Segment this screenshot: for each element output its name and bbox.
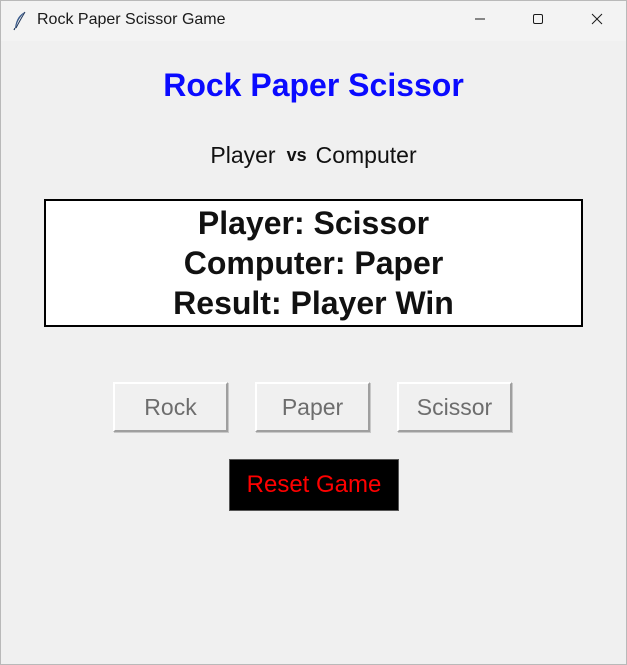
app-window: Rock Paper Scissor Game Rock Paper Sciss… — [0, 0, 627, 665]
close-icon — [591, 12, 603, 30]
reset-game-button[interactable]: Reset Game — [229, 459, 399, 511]
maximize-icon — [532, 12, 544, 30]
computer-choice-text: Computer: Paper — [183, 245, 444, 281]
game-heading: Rock Paper Scissor — [163, 67, 464, 103]
result-display: Player: Scissor Computer: Paper Result: … — [44, 199, 583, 327]
feather-icon — [13, 11, 27, 31]
maximize-button[interactable] — [509, 1, 567, 41]
versus-line: Player vs Computer — [1, 142, 626, 169]
rock-button[interactable]: Rock — [113, 382, 228, 432]
close-button[interactable] — [568, 1, 626, 41]
window-title: Rock Paper Scissor Game — [37, 11, 226, 28]
paper-button[interactable]: Paper — [255, 382, 370, 432]
computer-label: Computer — [315, 142, 417, 168]
result-text: Result: Player Win — [173, 285, 454, 321]
title-bar[interactable]: Rock Paper Scissor Game — [1, 1, 626, 41]
scissor-button[interactable]: Scissor — [397, 382, 512, 432]
minimize-icon — [474, 12, 486, 30]
player-choice-text: Player: Scissor — [197, 205, 430, 241]
minimize-button[interactable] — [451, 1, 509, 41]
player-label: Player — [210, 142, 276, 168]
vs-label: vs — [286, 145, 307, 165]
